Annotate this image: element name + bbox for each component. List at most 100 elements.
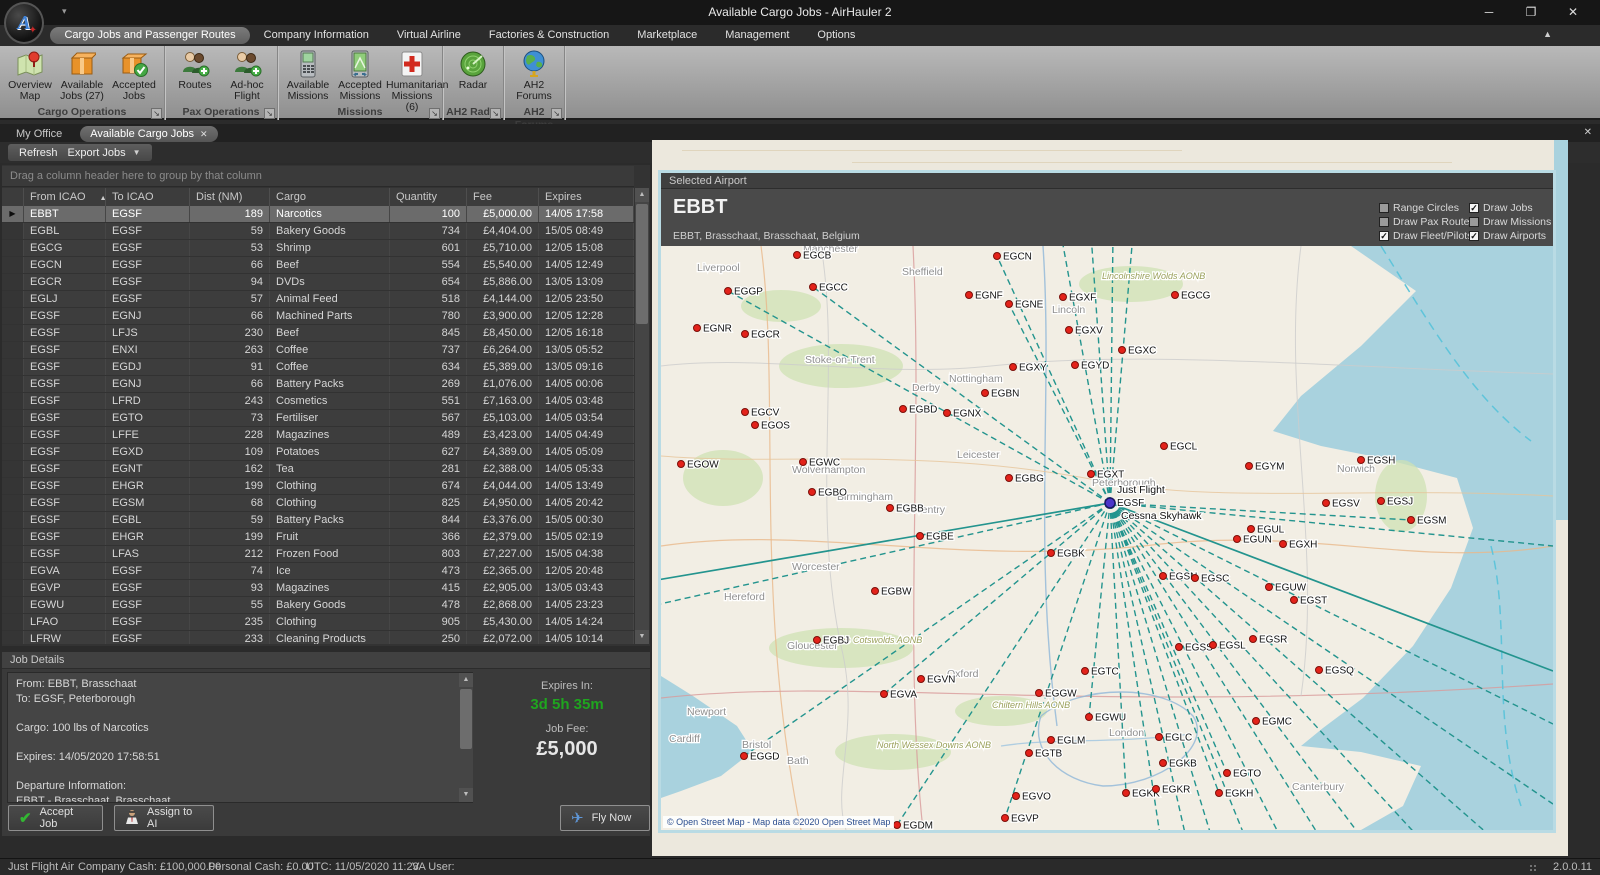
- job-row-EGSF-LFFE[interactable]: EGSFLFFE228Magazines489£3,423.0014/05 04…: [2, 427, 634, 444]
- export-jobs-button[interactable]: Export Jobs: [68, 147, 126, 159]
- fly-now-button[interactable]: ✈ Fly Now: [560, 805, 650, 831]
- job-row-LFAO-EGSF[interactable]: LFAOEGSF235Clothing905£5,430.0014/05 14:…: [2, 614, 634, 631]
- job-row-EGSF-EGDJ[interactable]: EGSFEGDJ91Coffee634£5,389.0013/05 09:16: [2, 359, 634, 376]
- job-row-EGSF-EGSM[interactable]: EGSFEGSM68Clothing825£4,950.0014/05 20:4…: [2, 495, 634, 512]
- tab-close-icon[interactable]: ✕: [200, 129, 208, 139]
- ribbon-button-ad-hoc-flight[interactable]: Ad-hoc Flight: [221, 48, 273, 106]
- ribbon-tab-options[interactable]: Options: [803, 27, 869, 44]
- job-row-EBBT-EGSF[interactable]: ▶EBBTEGSF189Narcotics100£5,000.0014/05 1…: [2, 206, 634, 223]
- column-header-quantity[interactable]: Quantity: [390, 188, 467, 206]
- job-row-EGVA-EGSF[interactable]: EGVAEGSF74Ice473£2,365.0012/05 20:48: [2, 563, 634, 580]
- assign-to-ai-button[interactable]: Assign to AI: [114, 805, 214, 831]
- job-row-EGSF-EGTO[interactable]: EGSFEGTO73Fertiliser567£5,103.0014/05 03…: [2, 410, 634, 427]
- job-row-EGSF-EGNJ[interactable]: EGSFEGNJ66Battery Packs269£1,076.0014/05…: [2, 376, 634, 393]
- svg-text:EGSL: EGSL: [1219, 641, 1246, 652]
- job-row-EGSF-EHGR[interactable]: EGSFEHGR199Clothing674£4,044.0014/05 13:…: [2, 478, 634, 495]
- job-row-EGVP-EGSF[interactable]: EGVPEGSF93Magazines415£2,905.0013/05 03:…: [2, 580, 634, 597]
- ribbon-tab-factories-construction[interactable]: Factories & Construction: [475, 27, 623, 44]
- job-row-EGSF-LFJS[interactable]: EGSFLFJS230Beef845£8,450.0012/05 16:18: [2, 325, 634, 342]
- checkbox-box-icon[interactable]: ✓: [1469, 203, 1479, 213]
- cell-fee: £8,450.00: [467, 325, 539, 341]
- grid-scrollbar[interactable]: ▲ ▼: [635, 188, 649, 644]
- column-header-cargo[interactable]: Cargo: [270, 188, 390, 206]
- column-header-from-icao[interactable]: From ICAO▲: [24, 188, 106, 206]
- checkbox-box-icon[interactable]: ✓: [1469, 231, 1479, 241]
- export-dropdown-icon[interactable]: ▼: [133, 148, 141, 157]
- dialog-launcher-icon[interactable]: ↘: [551, 108, 562, 119]
- svg-text:Lincolnshire Wolds AONB: Lincolnshire Wolds AONB: [1102, 271, 1205, 281]
- ribbon-collapse-icon[interactable]: ▲: [1543, 29, 1552, 39]
- refresh-button[interactable]: Refresh: [19, 147, 58, 159]
- ribbon-button-accepted-jobs[interactable]: Accepted Jobs: [108, 48, 160, 106]
- job-row-LFRW-EGSF[interactable]: LFRWEGSF233Cleaning Products250£2,072.00…: [2, 631, 634, 644]
- dialog-launcher-icon[interactable]: ↘: [429, 108, 440, 119]
- ribbon-tab-marketplace[interactable]: Marketplace: [623, 27, 711, 44]
- column-header-expires[interactable]: Expires: [539, 188, 634, 206]
- job-row-EGCG-EGSF[interactable]: EGCGEGSF53Shrimp601£5,710.0012/05 15:08: [2, 240, 634, 257]
- checkbox-box-icon[interactable]: [1469, 217, 1479, 227]
- job-row-EGSF-LFRD[interactable]: EGSFLFRD243Cosmetics551£7,163.0014/05 03…: [2, 393, 634, 410]
- checkbox-box-icon[interactable]: [1379, 217, 1389, 227]
- ribbon-tab-virtual-airline[interactable]: Virtual Airline: [383, 27, 475, 44]
- airport-description: EBBT, Brasschaat, Brasschaat, Belgium: [673, 230, 860, 242]
- group-by-hint[interactable]: Drag a column header here to group by th…: [2, 166, 634, 187]
- job-row-EGWU-EGSF[interactable]: EGWUEGSF55Bakery Goods478£2,868.0014/05 …: [2, 597, 634, 614]
- checkbox-range-circles[interactable]: Range Circles: [1379, 201, 1475, 215]
- job-row-EGSF-EGXD[interactable]: EGSFEGXD109Potatoes627£4,389.0014/05 05:…: [2, 444, 634, 461]
- job-row-EGSF-ENXI[interactable]: EGSFENXI263Coffee737£6,264.0013/05 05:52: [2, 342, 634, 359]
- checkbox-draw-jobs[interactable]: ✓Draw Jobs: [1469, 201, 1551, 215]
- checkbox-box-icon[interactable]: ✓: [1379, 231, 1389, 241]
- ribbon-button-humanitarian-missions-6-[interactable]: Humanitarian Missions (6): [386, 48, 438, 106]
- scroll-up-icon[interactable]: ▲: [635, 188, 649, 202]
- map-attribution[interactable]: © Open Street Map - Map data ©2020 Open …: [663, 816, 894, 828]
- accept-job-button[interactable]: ✔ Accept Job: [8, 805, 103, 831]
- job-row-EGCR-EGSF[interactable]: EGCREGSF94DVDs654£5,886.0013/05 13:09: [2, 274, 634, 291]
- job-row-EGSF-EGNT[interactable]: EGSFEGNT162Tea281£2,388.0014/05 05:33: [2, 461, 634, 478]
- dialog-launcher-icon[interactable]: ↘: [151, 108, 162, 119]
- scroll-down-icon[interactable]: ▼: [635, 630, 649, 644]
- job-row-EGCN-EGSF[interactable]: EGCNEGSF66Beef554£5,540.0014/05 12:49: [2, 257, 634, 274]
- ribbon-tab-cargo-jobs-and-passenger-routes[interactable]: Cargo Jobs and Passenger Routes: [50, 27, 249, 44]
- ribbon-button-accepted-missions[interactable]: Accepted Missions: [334, 48, 386, 106]
- job-row-EGSF-LFAS[interactable]: EGSFLFAS212Frozen Food803£7,227.0015/05 …: [2, 546, 634, 563]
- job-row-EGBL-EGSF[interactable]: EGBLEGSF59Bakery Goods734£4,404.0015/05 …: [2, 223, 634, 240]
- column-header-fee[interactable]: Fee: [467, 188, 539, 206]
- job-row-EGLJ-EGSF[interactable]: EGLJEGSF57Animal Feed518£4,144.0012/05 2…: [2, 291, 634, 308]
- pane-close-icon[interactable]: ✕: [1584, 127, 1592, 138]
- column-header-dist-nm-[interactable]: Dist (NM): [190, 188, 270, 206]
- dialog-launcher-icon[interactable]: ↘: [264, 108, 275, 119]
- ribbon-button-ah2-forums[interactable]: AH2 Forums: [508, 48, 560, 106]
- checkbox-draw-fleet-pilots[interactable]: ✓Draw Fleet/Pilots: [1379, 229, 1475, 243]
- app-logo-icon[interactable]: A✦: [4, 2, 44, 44]
- checkbox-draw-pax-routes[interactable]: Draw Pax Routes: [1379, 215, 1475, 229]
- scroll-up-icon[interactable]: ▲: [459, 673, 473, 687]
- close-button[interactable]: ✕: [1552, 0, 1594, 25]
- cell-dist-nm-: 212: [190, 546, 270, 562]
- ribbon-button-radar[interactable]: Radar: [447, 48, 499, 106]
- ribbon-button-overview-map[interactable]: Overview Map: [4, 48, 56, 106]
- job-row-EGSF-EGBL[interactable]: EGSFEGBL59Battery Packs844£3,376.0015/05…: [2, 512, 634, 529]
- svg-text:EGNF: EGNF: [975, 291, 1003, 302]
- cell-to-icao: EGNT: [106, 461, 190, 477]
- ribbon-button-available-jobs-27-[interactable]: Available Jobs (27): [56, 48, 108, 106]
- doc-tab-my-office[interactable]: My Office: [6, 126, 72, 142]
- scroll-down-icon[interactable]: ▼: [459, 788, 473, 802]
- ribbon-button-available-missions[interactable]: Available Missions: [282, 48, 334, 106]
- job-row-EGSF-EHGR[interactable]: EGSFEHGR199Fruit366£2,379.0015/05 02:19: [2, 529, 634, 546]
- checkbox-draw-missions[interactable]: Draw Missions: [1469, 215, 1551, 229]
- airport-map[interactable]: LiverpoolManchesterSheffieldLincolnStoke…: [661, 246, 1553, 830]
- job-details-text[interactable]: From: EBBT, BrasschaatTo: EGSF, Peterbor…: [7, 672, 473, 803]
- job-details-scrollbar[interactable]: ▲ ▼: [459, 673, 473, 802]
- column-header-to-icao[interactable]: To ICAO: [106, 188, 190, 206]
- job-row-EGSF-EGNJ[interactable]: EGSFEGNJ66Machined Parts780£3,900.0012/0…: [2, 308, 634, 325]
- minimize-button[interactable]: ─: [1468, 0, 1510, 25]
- checkbox-box-icon[interactable]: [1379, 203, 1389, 213]
- maximize-button[interactable]: ❐: [1510, 0, 1552, 25]
- ribbon-button-routes[interactable]: Routes: [169, 48, 221, 106]
- doc-tab-available-cargo-jobs[interactable]: Available Cargo Jobs✕: [80, 126, 217, 142]
- ribbon-tab-management[interactable]: Management: [711, 27, 803, 44]
- ribbon-tab-company-information[interactable]: Company Information: [250, 27, 383, 44]
- checkbox-draw-airports[interactable]: ✓Draw Airports: [1469, 229, 1551, 243]
- grid-header[interactable]: From ICAO▲To ICAODist (NM)CargoQuantityF…: [2, 188, 634, 206]
- dialog-launcher-icon[interactable]: ↘: [490, 108, 501, 119]
